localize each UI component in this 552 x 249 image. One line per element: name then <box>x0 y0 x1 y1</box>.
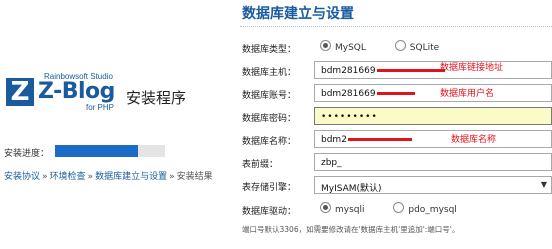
chevron-down-icon: ▼ <box>540 180 547 189</box>
db-host-label: 数据库主机： <box>242 68 297 78</box>
radio-dot-icon <box>394 40 406 51</box>
radio-dot-icon <box>320 40 331 51</box>
breadcrumb-separator: » <box>42 172 48 182</box>
step-license: 安装协议 <box>4 172 41 182</box>
db-type-radio-group: MySQL SQLite <box>320 40 465 53</box>
db-type-sqlite-label: SQLite <box>409 43 440 53</box>
table-prefix-row: 表前缀： zbp_ <box>242 153 552 173</box>
db-password-input[interactable]: ••••••••• <box>314 107 552 125</box>
progress-label: 安装进度： <box>4 149 50 159</box>
db-type-label: 数据库类型： <box>242 45 297 55</box>
db-user-value: bdm281669 <box>321 89 376 99</box>
logo-php-text: for PHP <box>86 103 115 112</box>
db-type-row: 数据库类型： MySQL SQLite <box>242 38 552 58</box>
installer-title: 安装程序 <box>126 89 187 107</box>
db-driver-mysqli-label: mysqli <box>335 205 365 215</box>
db-password-row: 数据库密码： ••••••••• <box>242 107 552 127</box>
db-user-label: 数据库账号： <box>242 91 297 101</box>
db-driver-mysqli-radio[interactable]: mysqli <box>320 202 365 215</box>
db-type-mysql-radio[interactable]: MySQL <box>320 40 366 53</box>
db-name-label: 数据库名称： <box>242 137 297 147</box>
db-type-sqlite-radio[interactable]: SQLite <box>394 40 440 53</box>
breadcrumb-separator: » <box>87 172 94 182</box>
db-user-annotation: 数据库用户名 <box>440 89 495 99</box>
table-prefix-input[interactable]: zbp_ <box>314 153 552 171</box>
install-progress-bar <box>55 145 165 157</box>
zblog-logo-mark: Z <box>6 78 34 106</box>
db-host-annotation: 数据库链接地址 <box>440 63 504 73</box>
db-driver-label: 数据库驱动： <box>242 207 297 217</box>
db-host-value: bdm281669 <box>321 66 376 76</box>
logo-name: Z-Blog <box>38 79 115 104</box>
db-password-value: ••••••••• <box>321 112 378 122</box>
db-driver-row: 数据库驱动： mysqli pdo_mysql <box>242 200 552 220</box>
db-driver-pdo-radio[interactable]: pdo_mysql <box>393 202 457 215</box>
storage-engine-select[interactable]: MyISAM(默认) ▼ <box>314 176 552 194</box>
db-user-input[interactable]: bdm281669 <box>314 84 552 102</box>
db-name-row: 数据库名称： bdm2 <box>242 130 552 150</box>
table-prefix-label: 表前缀： <box>242 160 279 170</box>
db-name-annotation: 数据库名称 <box>451 135 497 145</box>
db-password-label: 数据库密码： <box>242 114 297 124</box>
title-divider <box>240 26 552 27</box>
storage-engine-label: 表存储引擎： <box>242 183 297 193</box>
db-type-mysql-label: MySQL <box>335 43 366 53</box>
install-progress-fill <box>55 145 138 157</box>
db-driver-pdo-label: pdo_mysql <box>408 205 457 215</box>
db-name-input[interactable]: bdm2 <box>314 130 552 148</box>
db-user-row: 数据库账号： bdm281669 <box>242 84 552 104</box>
radio-dot-icon <box>393 202 405 213</box>
db-name-value: bdm2 <box>321 135 347 145</box>
redaction-mark <box>347 138 412 141</box>
zblog-logo: Z Rainbowsoft Studio Z-Blog for PHP 安装程序 <box>0 72 200 116</box>
page-title: 数据库建立与设置 <box>242 6 354 22</box>
breadcrumb-separator: » <box>169 172 175 182</box>
install-steps-breadcrumb: 安装协议» 环境检查» 数据库建立与设置» 安装结果 <box>4 169 213 182</box>
port-note: 端口号默认3306，如需要修改请在'数据库主机'里追加':端口号'。 <box>242 225 460 234</box>
storage-engine-value: MyISAM(默认) <box>321 184 382 194</box>
db-host-input[interactable]: bdm281669 <box>314 61 552 79</box>
db-host-row: 数据库主机： bdm281669 <box>242 61 552 81</box>
storage-engine-row: 表存储引擎： MyISAM(默认) ▼ <box>242 176 552 196</box>
redaction-mark <box>376 92 415 95</box>
step-install-result: 安装结果 <box>176 172 213 182</box>
table-prefix-value: zbp_ <box>321 158 342 168</box>
redaction-mark <box>376 69 445 72</box>
radio-dot-icon <box>320 202 331 213</box>
db-driver-radio-group: mysqli pdo_mysql <box>320 202 483 215</box>
step-db-setup: 数据库建立与设置 <box>95 172 168 182</box>
step-env-check: 环境检查 <box>49 172 86 182</box>
